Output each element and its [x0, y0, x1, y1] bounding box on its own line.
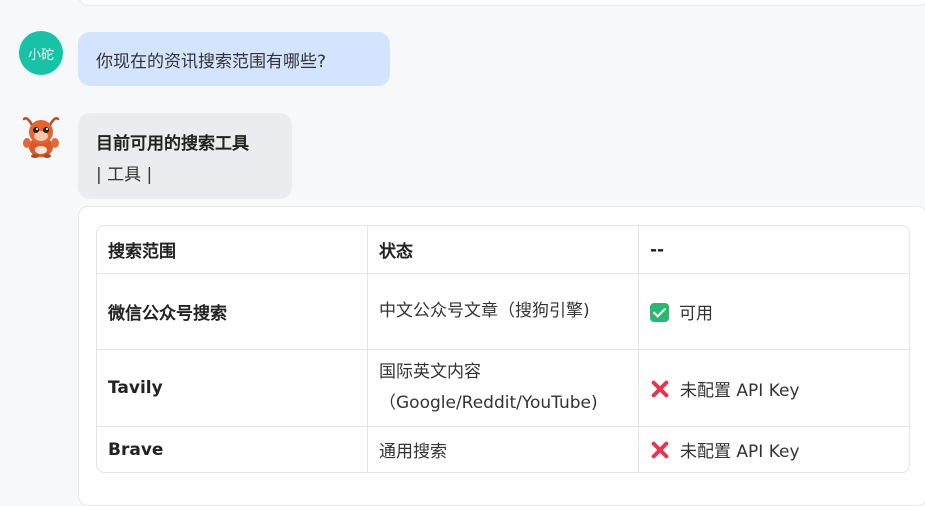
tool-description: 通用搜索 [368, 427, 639, 472]
tool-description: 国际英文内容（Google/Reddit/YouTube) [368, 350, 639, 427]
user-message-text: 你现在的资讯搜索范围有哪些? [96, 51, 327, 72]
header-status: 状态 [368, 226, 639, 274]
bot-avatar [18, 113, 64, 159]
table-header-row: 搜索范围 状态 -- [97, 226, 909, 274]
user-avatar: 小砣 [19, 31, 63, 75]
header-scope: 搜索范围 [97, 226, 368, 274]
tool-status-label: 可用 [679, 304, 713, 324]
cross-icon [650, 379, 670, 399]
cross-icon [650, 440, 670, 460]
previous-message-card [78, 0, 925, 6]
bot-message-subtitle: | 工具 | [96, 165, 153, 185]
header-extra: -- [639, 226, 909, 274]
bot-mascot-icon [22, 117, 60, 158]
table-row: 微信公众号搜索 中文公众号文章（搜狗引擎) 可用 [97, 274, 909, 350]
tool-name: 微信公众号搜索 [97, 274, 368, 350]
user-message-bubble: 你现在的资讯搜索范围有哪些? [78, 32, 390, 86]
tool-status: 未配置 API Key [639, 427, 909, 472]
tool-status-label: 未配置 API Key [680, 380, 800, 401]
tool-status: 可用 [639, 274, 909, 350]
tool-status: 未配置 API Key [639, 350, 909, 427]
bot-message-title: 目前可用的搜索工具 [96, 134, 249, 154]
user-avatar-label: 小砣 [27, 47, 54, 63]
check-icon [650, 303, 669, 322]
table-row: Brave 通用搜索 未配置 API Key [97, 427, 909, 472]
tool-name: Brave [97, 427, 368, 472]
tool-status-label: 未配置 API Key [680, 442, 800, 462]
table-row: Tavily 国际英文内容（Google/Reddit/YouTube) 未配置… [97, 350, 909, 427]
tool-name: Tavily [97, 350, 368, 427]
bot-message-bubble: 目前可用的搜索工具 | 工具 | [78, 113, 292, 199]
search-tools-table: 搜索范围 状态 -- 微信公众号搜索 中文公众号文章（搜狗引擎) 可用 Tavi… [96, 225, 910, 473]
tool-description: 中文公众号文章（搜狗引擎) [368, 274, 639, 350]
